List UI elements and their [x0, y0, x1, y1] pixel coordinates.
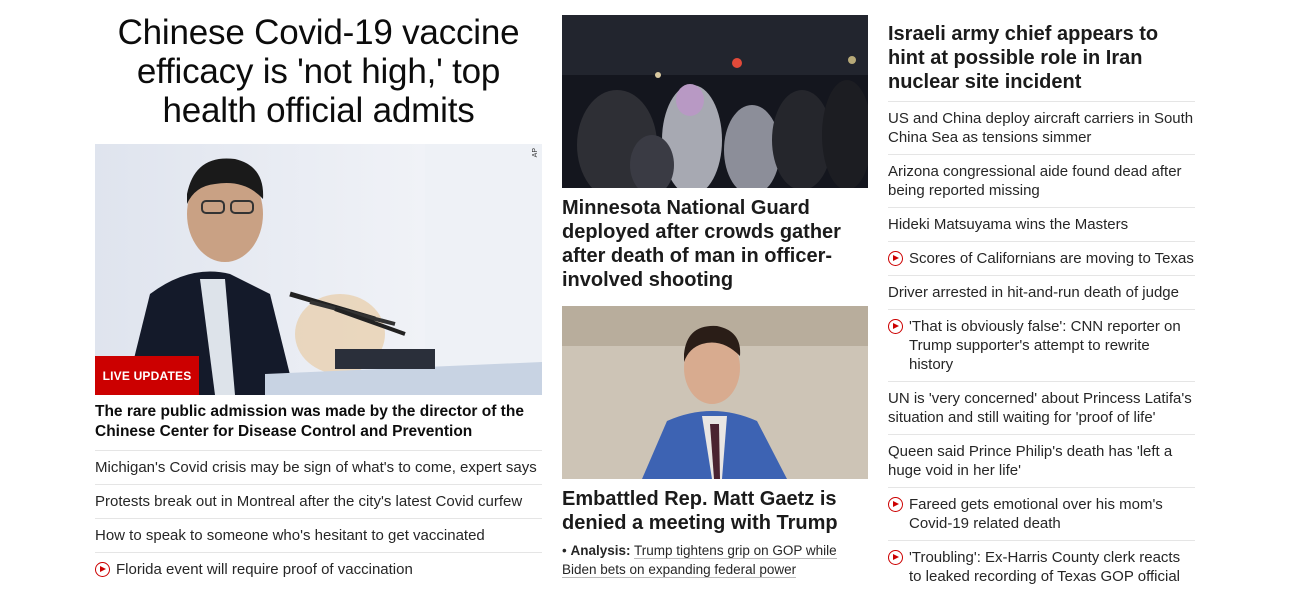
list-item-link[interactable]: Driver arrested in hit-and-run death of … [888, 283, 1179, 302]
list-item-link[interactable]: Arizona congressional aide found dead af… [888, 162, 1195, 200]
list-item[interactable]: Protests break out in Montreal after the… [95, 485, 542, 519]
list-item[interactable]: How to speak to someone who's hesitant t… [95, 519, 542, 553]
top-story-headline-link[interactable]: Israeli army chief appears to hint at po… [888, 23, 1158, 93]
list-item-link[interactable]: How to speak to someone who's hesitant t… [95, 526, 485, 545]
list-item[interactable]: Fareed gets emotional over his mom's Cov… [888, 488, 1195, 541]
crowd-photo [562, 15, 868, 188]
list-item-link[interactable]: 'Troubling': Ex-Harris County clerk reac… [909, 548, 1195, 586]
list-item-link[interactable]: Fareed gets emotional over his mom's Cov… [909, 495, 1195, 533]
list-item[interactable]: Scores of Californians are moving to Tex… [888, 242, 1195, 276]
story-image-minnesota[interactable] [562, 15, 868, 188]
lead-story-column: Chinese Covid-19 vaccine efficacy is 'no… [95, 0, 542, 586]
list-item-link[interactable]: Queen said Prince Philip's death has 'le… [888, 442, 1195, 480]
secondary-stories-column: Minnesota National Guard deployed after … [562, 0, 868, 579]
list-item-link[interactable]: Florida event will require proof of vacc… [116, 560, 413, 579]
top-stories-list: US and China deploy aircraft carriers in… [888, 102, 1195, 593]
list-item[interactable]: US and China deploy aircraft carriers in… [888, 102, 1195, 155]
play-video-icon [888, 251, 903, 266]
story-image-gaetz[interactable] [562, 306, 868, 479]
list-item-link[interactable]: UN is 'very concerned' about Princess La… [888, 389, 1195, 427]
lead-related-list: Michigan's Covid crisis may be sign of w… [95, 451, 542, 586]
list-item-link[interactable]: Scores of Californians are moving to Tex… [909, 249, 1194, 268]
story-headline-link[interactable]: Embattled Rep. Matt Gaetz is denied a me… [562, 488, 838, 534]
list-item[interactable]: 'Troubling': Ex-Harris County clerk reac… [888, 541, 1195, 593]
lead-headline[interactable]: Chinese Covid-19 vaccine efficacy is 'no… [95, 13, 542, 130]
list-item-link[interactable]: Protests break out in Montreal after the… [95, 492, 522, 511]
list-item[interactable]: UN is 'very concerned' about Princess La… [888, 382, 1195, 435]
lead-summary[interactable]: The rare public admission was made by th… [95, 402, 542, 451]
image-credit: AP [532, 148, 539, 158]
list-item-link[interactable]: Michigan's Covid crisis may be sign of w… [95, 458, 537, 477]
play-video-icon [888, 550, 903, 565]
list-item[interactable]: Queen said Prince Philip's death has 'le… [888, 435, 1195, 488]
list-item-link[interactable]: Hideki Matsuyama wins the Masters [888, 215, 1128, 234]
top-story-headline[interactable]: Israeli army chief appears to hint at po… [888, 22, 1195, 102]
gaetz-photo [562, 306, 868, 479]
story-headline-gaetz[interactable]: Embattled Rep. Matt Gaetz is denied a me… [562, 487, 868, 535]
top-stories-column: Israeli army chief appears to hint at po… [888, 0, 1195, 593]
list-item-link[interactable]: 'That is obviously false': CNN reporter … [909, 317, 1195, 374]
story-headline-minnesota[interactable]: Minnesota National Guard deployed after … [562, 196, 868, 292]
analysis-link-row: • Analysis: Trump tightens grip on GOP w… [562, 543, 837, 578]
live-updates-badge[interactable]: LIVE UPDATES [95, 356, 199, 395]
lead-image[interactable]: AP LIVE UPDATES [95, 144, 542, 395]
list-item[interactable]: 'That is obviously false': CNN reporter … [888, 310, 1195, 382]
lead-headline-link[interactable]: Chinese Covid-19 vaccine efficacy is 'no… [118, 13, 520, 130]
list-item[interactable]: Hideki Matsuyama wins the Masters [888, 208, 1195, 242]
play-video-icon [888, 319, 903, 334]
list-item[interactable]: Arizona congressional aide found dead af… [888, 155, 1195, 208]
play-video-icon [95, 562, 110, 577]
play-video-icon [888, 497, 903, 512]
list-item[interactable]: Michigan's Covid crisis may be sign of w… [95, 451, 542, 485]
analysis-label: Analysis: [570, 543, 631, 558]
list-item[interactable]: Driver arrested in hit-and-run death of … [888, 276, 1195, 310]
list-item-link[interactable]: US and China deploy aircraft carriers in… [888, 109, 1195, 147]
story-headline-link[interactable]: Minnesota National Guard deployed after … [562, 197, 841, 291]
list-item[interactable]: Florida event will require proof of vacc… [95, 553, 542, 586]
